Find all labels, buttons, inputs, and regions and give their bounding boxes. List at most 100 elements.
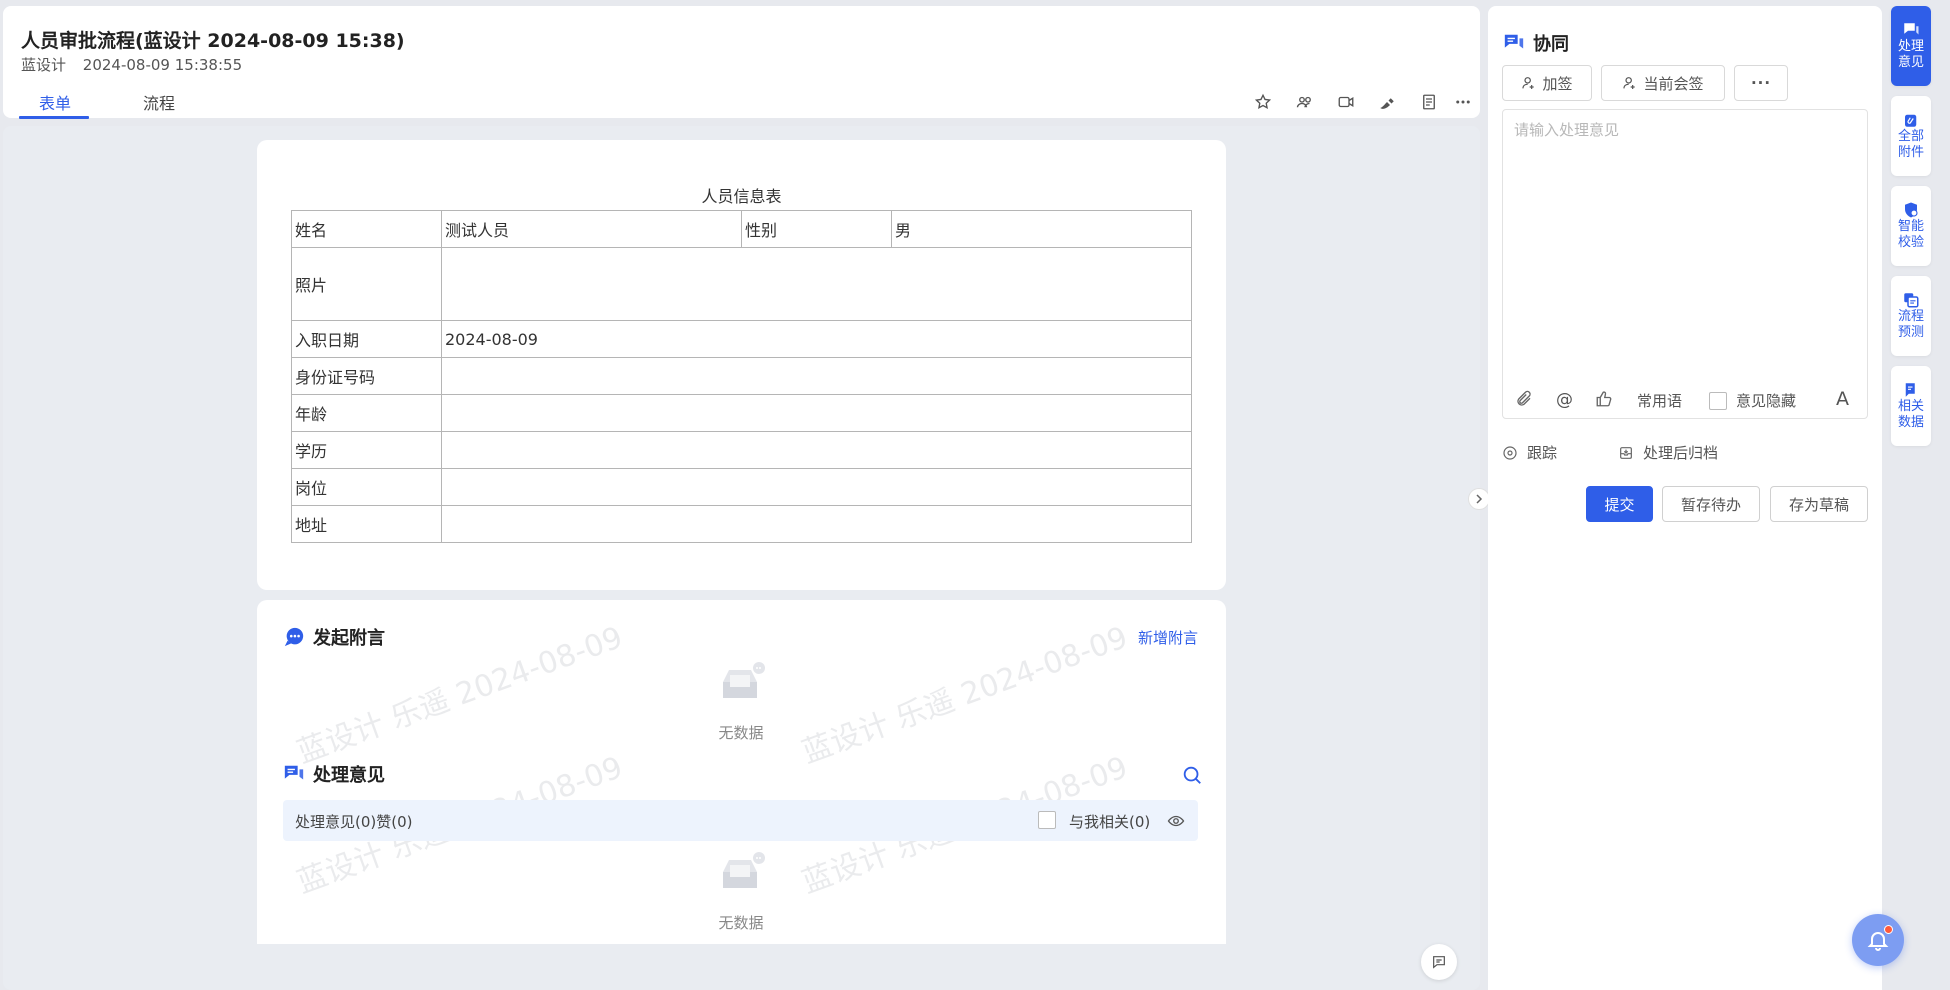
chat-icon xyxy=(1504,34,1524,49)
user-add-icon xyxy=(1522,77,1535,89)
shield-icon xyxy=(1905,202,1918,218)
add-note-link[interactable]: 新增附言 xyxy=(1138,627,1198,648)
position-label: 岗位 xyxy=(291,468,442,506)
education-field[interactable] xyxy=(441,431,1192,469)
page-title: 人员审批流程(蓝设计 2024-08-09 15:38) xyxy=(21,30,405,52)
gender-label: 性别 xyxy=(741,210,892,248)
star-icon[interactable] xyxy=(1251,90,1275,114)
notes-opinions-card: 蓝设计 乐遥 2024-08-09 蓝设计 乐遥 2024-08-09 蓝设计 … xyxy=(257,600,1226,944)
paperclip-icon[interactable] xyxy=(1515,390,1533,408)
more-icon[interactable] xyxy=(1451,90,1475,114)
education-label: 学历 xyxy=(291,431,442,469)
side-nav-label: 智能校验 xyxy=(1897,219,1924,250)
collaboration-panel: 协同 加签 当前会签 ··· 请输入处理意见 @ 常用语 意见隐藏 A 跟踪 处… xyxy=(1488,6,1882,990)
personnel-info-table: 姓名 测试人员 性别 男 照片 入职日期 2024-08-09 身份证号码 年龄… xyxy=(291,210,1192,543)
side-nav-label: 流程预测 xyxy=(1897,309,1924,340)
thumbs-up-icon[interactable] xyxy=(1595,390,1613,408)
opinions-section-title: 处理意见 xyxy=(283,761,385,787)
table-row: 学历 xyxy=(291,431,1192,469)
related-to-me-checkbox[interactable] xyxy=(1038,811,1056,829)
photo-field[interactable] xyxy=(441,247,1192,321)
tab-flow[interactable]: 流程 xyxy=(143,90,175,114)
side-nav-opinions[interactable]: 处理意见 xyxy=(1891,6,1931,86)
hide-opinion-toggle[interactable]: 意见隐藏 xyxy=(1709,390,1796,411)
more-options-button[interactable]: ··· xyxy=(1734,65,1788,101)
age-field[interactable] xyxy=(441,394,1192,432)
side-nav-label: 处理意见 xyxy=(1897,39,1924,70)
track-option[interactable]: 跟踪 xyxy=(1502,442,1557,463)
name-label: 姓名 xyxy=(291,210,442,248)
save-todo-button[interactable]: 暂存待办 xyxy=(1662,486,1760,522)
empty-box-icon xyxy=(719,850,765,898)
notes-section-title: 发起附言 xyxy=(283,624,385,650)
eye-icon[interactable] xyxy=(1167,812,1185,834)
submit-button[interactable]: 提交 xyxy=(1586,486,1653,522)
user-add-icon xyxy=(1623,77,1636,89)
name-value[interactable]: 测试人员 xyxy=(441,210,742,248)
message-bubble-icon xyxy=(284,627,304,647)
save-draft-button[interactable]: 存为草稿 xyxy=(1770,486,1868,522)
form-card: 人员信息表 姓名 测试人员 性别 男 照片 入职日期 2024-08-09 身份… xyxy=(257,140,1226,590)
video-icon[interactable] xyxy=(1334,90,1358,114)
address-label: 地址 xyxy=(291,505,442,543)
table-row: 年龄 xyxy=(291,394,1192,432)
entry-date-value[interactable]: 2024-08-09 xyxy=(441,320,1192,358)
id-number-field[interactable] xyxy=(441,357,1192,395)
comment-icon xyxy=(1433,956,1445,969)
gender-value[interactable]: 男 xyxy=(891,210,1192,248)
group-icon[interactable] xyxy=(1293,90,1317,114)
data-icon xyxy=(1905,383,1915,397)
opinion-placeholder: 请输入处理意见 xyxy=(1514,121,1620,139)
chat-icon xyxy=(1904,23,1919,35)
opinions-empty-text: 无数据 xyxy=(718,914,764,932)
table-row: 岗位 xyxy=(291,468,1192,506)
pen-icon[interactable] xyxy=(1375,90,1399,114)
header-bar: 人员审批流程(蓝设计 2024-08-09 15:38) 蓝设计 2024-08… xyxy=(3,6,1480,119)
collapse-panel-button[interactable] xyxy=(1468,488,1490,510)
current-countersign-button[interactable]: 当前会签 xyxy=(1601,65,1725,101)
author-name: 蓝设计 xyxy=(21,56,67,74)
common-phrases-button[interactable]: 常用语 xyxy=(1637,390,1682,411)
tab-form[interactable]: 表单 xyxy=(39,90,71,114)
empty-box-icon xyxy=(719,660,765,708)
panel-title-text: 协同 xyxy=(1533,34,1569,55)
side-nav-flow-prediction[interactable]: 流程预测 xyxy=(1891,276,1931,356)
side-nav-attachments[interactable]: 全部附件 xyxy=(1891,96,1931,176)
address-field[interactable] xyxy=(441,505,1192,543)
more-options-label: ··· xyxy=(1750,74,1772,92)
track-icon xyxy=(1503,445,1517,460)
form-title: 人员信息表 xyxy=(701,187,782,206)
created-datetime: 2024-08-09 15:38:55 xyxy=(82,56,243,74)
archive-label: 处理后归档 xyxy=(1643,444,1719,462)
subtitle: 蓝设计 2024-08-09 15:38:55 xyxy=(21,54,254,75)
table-row: 照片 xyxy=(291,247,1192,321)
hide-opinion-checkbox[interactable] xyxy=(1709,391,1727,410)
notification-badge xyxy=(1884,925,1893,934)
mention-icon[interactable]: @ xyxy=(1556,390,1573,410)
side-nav-label: 全部附件 xyxy=(1897,129,1924,160)
hide-opinion-label: 意见隐藏 xyxy=(1736,392,1797,410)
document-icon[interactable] xyxy=(1417,90,1441,114)
feedback-float-button[interactable] xyxy=(1421,944,1457,980)
active-tab-indicator xyxy=(19,116,89,119)
attachment-icon xyxy=(1905,114,1917,127)
opinions-title-text: 处理意见 xyxy=(313,765,385,786)
entry-date-label: 入职日期 xyxy=(291,320,442,358)
font-format-icon[interactable]: A xyxy=(1836,388,1849,410)
archive-option[interactable]: 处理后归档 xyxy=(1618,442,1718,463)
table-row: 身份证号码 xyxy=(291,357,1192,395)
search-icon[interactable] xyxy=(1181,764,1203,790)
watermark: 蓝设计 乐遥 2024-08-09 xyxy=(797,620,1133,771)
table-row: 地址 xyxy=(291,505,1192,543)
opinion-textarea[interactable]: 请输入处理意见 @ 常用语 意见隐藏 A xyxy=(1502,109,1868,419)
photo-label: 照片 xyxy=(291,247,442,321)
id-number-label: 身份证号码 xyxy=(291,357,442,395)
flow-icon xyxy=(1904,293,1919,308)
notification-button[interactable] xyxy=(1852,914,1904,966)
side-nav-smart-check[interactable]: 智能校验 xyxy=(1891,186,1931,266)
chevron-right-icon xyxy=(1476,494,1483,504)
age-label: 年龄 xyxy=(291,394,442,432)
position-field[interactable] xyxy=(441,468,1192,506)
add-sign-button[interactable]: 加签 xyxy=(1502,65,1592,101)
side-nav-related-data[interactable]: 相关数据 xyxy=(1891,366,1931,446)
